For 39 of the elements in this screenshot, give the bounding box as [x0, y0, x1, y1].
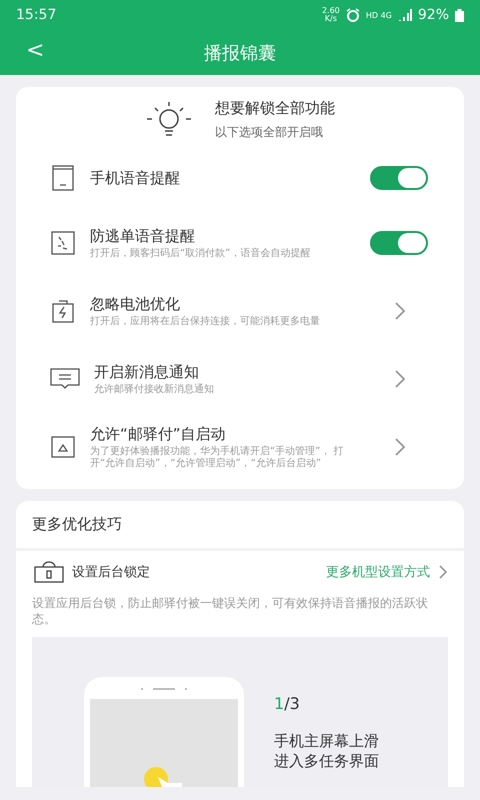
battery-icon	[50, 298, 76, 324]
status-time: 15:57	[16, 7, 56, 23]
setting-description: 打开后，顾客扫码后“取消付款”，语音会自动提醒	[90, 248, 312, 260]
setting-title: 防逃单语音提醒	[90, 226, 196, 246]
network-speed: 2.60 K/s	[322, 7, 340, 23]
scan-icon	[50, 230, 76, 256]
more-models-link[interactable]: 更多机型设置方式	[326, 563, 430, 581]
chevron-right-icon[interactable]	[394, 369, 406, 389]
back-button[interactable]: <	[20, 38, 50, 63]
step-current: 1	[274, 694, 284, 713]
lock-description: 设置应用后台锁，防止邮驿付被一键误关闭，可有效保持语音播报的活跃状态。	[31, 595, 429, 628]
chevron-right-icon[interactable]	[394, 437, 406, 457]
battery-status-icon	[455, 8, 464, 22]
setting-description: 为了更好体验播报功能，华为手机请开启“手动管理”， 打开“允许自启动”，“允许管理启动”，“允许后台启动”	[90, 446, 345, 470]
chevron-right-icon[interactable]	[438, 564, 448, 580]
step-instruction: 手机主屏幕上滑	[274, 731, 379, 751]
step-total: /3	[284, 694, 300, 713]
signal-icon	[398, 9, 412, 21]
setting-description: 打开后，应用将在后台保持连接，可能消耗更多电量	[90, 316, 321, 328]
setting-title: 手机语音提醒	[90, 168, 181, 188]
lock-icon	[34, 561, 64, 583]
chevron-right-icon[interactable]	[394, 301, 406, 321]
step-instruction: 进入多任务界面	[274, 751, 379, 771]
setting-title: 允许“邮驿付”自启动	[90, 424, 227, 444]
page-title: 播报锦囊	[204, 42, 276, 64]
toggle-switch[interactable]	[370, 166, 428, 190]
unlock-subtitle: 以下选项全部开启哦	[215, 124, 324, 141]
tips-title: 更多优化技巧	[16, 501, 464, 551]
lock-label: 设置后台锁定	[72, 564, 151, 581]
unlock-title: 想要解锁全部功能	[215, 99, 335, 118]
setting-title: 忽略电池优化	[90, 294, 181, 314]
toggle-switch[interactable]	[370, 231, 428, 255]
alarm-icon	[346, 8, 360, 22]
network-type: HD 4G	[366, 10, 392, 20]
setting-description: 允许邮驿付接收新消息通知	[94, 384, 215, 396]
setting-title: 开启新消息通知	[94, 362, 200, 382]
message-icon	[50, 367, 80, 391]
battery-level: 92%	[418, 7, 449, 23]
phone-icon	[50, 165, 76, 191]
